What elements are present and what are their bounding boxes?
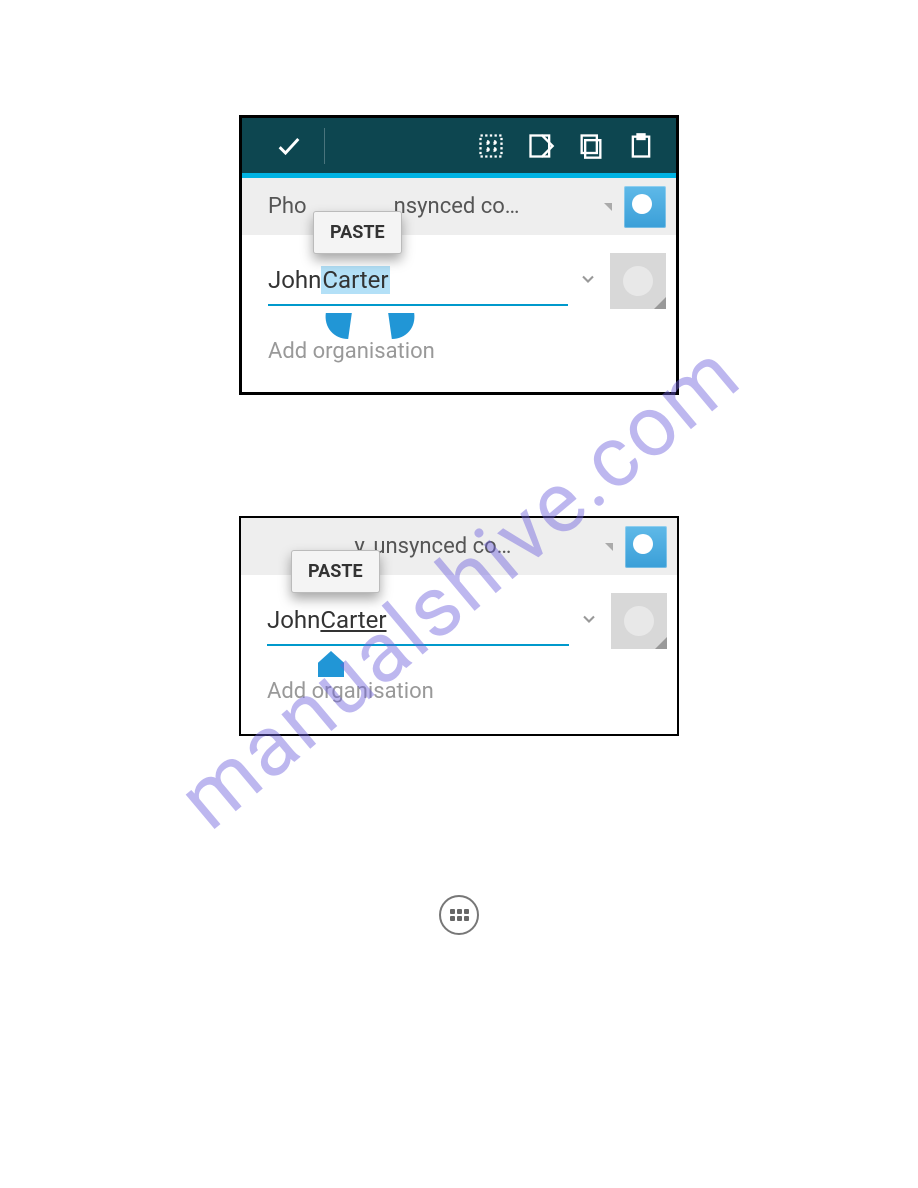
name-last-part: Carter [320,606,386,634]
account-selector-row[interactable]: Phoxxxxxxxxnsynced co… [242,178,676,236]
expand-name-icon[interactable] [578,269,598,293]
name-row: John Carter [242,236,676,326]
add-organisation-field[interactable]: Add organisation [241,666,677,716]
contacts-app-icon [625,526,667,568]
toolbar-divider [324,128,325,164]
cut-icon[interactable] [516,132,566,160]
dropdown-triangle-icon [604,203,612,211]
paste-popup[interactable]: PASTE [313,211,402,254]
apps-button-icon[interactable] [439,895,479,935]
contact-photo-placeholder[interactable] [611,593,667,649]
name-input[interactable]: John Carter [267,596,569,646]
done-icon[interactable] [264,132,314,160]
screenshot-cursor-mode: xxxxxxxxy, unsynced co… PASTE John Carte… [239,516,679,736]
apps-grid-icon [450,909,469,921]
name-input[interactable]: John Carter [268,256,568,306]
contacts-app-icon [624,186,666,228]
name-first-part: John [268,266,321,294]
screenshot-selection-mode: Phoxxxxxxxxnsynced co… PASTE John Carter… [239,115,679,395]
paste-popup[interactable]: PASTE [291,550,380,593]
expand-name-icon[interactable] [579,609,599,633]
paste-icon[interactable] [616,132,666,160]
action-toolbar [242,118,676,178]
add-organisation-field[interactable]: Add organisation [242,326,676,376]
dropdown-triangle-icon [605,543,613,551]
name-first-part: John [267,606,320,634]
copy-icon[interactable] [566,132,616,160]
name-selected-part: Carter [321,266,389,294]
select-all-icon[interactable] [466,132,516,160]
contact-photo-placeholder[interactable] [610,253,666,309]
